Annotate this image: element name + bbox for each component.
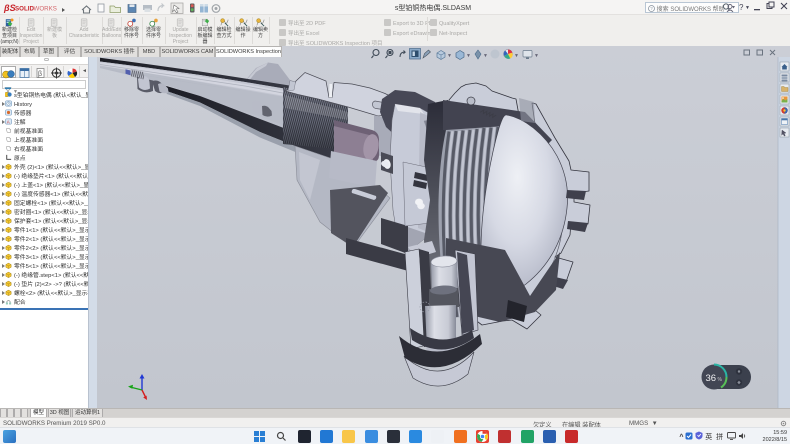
svg-text:β: β <box>38 71 42 78</box>
svg-text:36: 36 <box>706 373 717 384</box>
svg-text:▼: ▼ <box>514 53 519 59</box>
svg-text:▼: ▼ <box>534 53 539 59</box>
svg-text:βS: βS <box>3 3 16 13</box>
svg-text:A: A <box>7 119 10 124</box>
svg-text:SOLID: SOLID <box>15 6 34 13</box>
svg-text:%: % <box>718 377 723 383</box>
svg-text:?: ? <box>650 6 653 11</box>
svg-text:▼: ▼ <box>483 53 488 59</box>
svg-text:▼: ▼ <box>745 5 750 11</box>
svg-text:?: ? <box>739 3 744 12</box>
svg-text:▼: ▼ <box>447 53 452 59</box>
svg-text:▼: ▼ <box>466 53 471 59</box>
svg-text:WORKS: WORKS <box>34 6 57 13</box>
